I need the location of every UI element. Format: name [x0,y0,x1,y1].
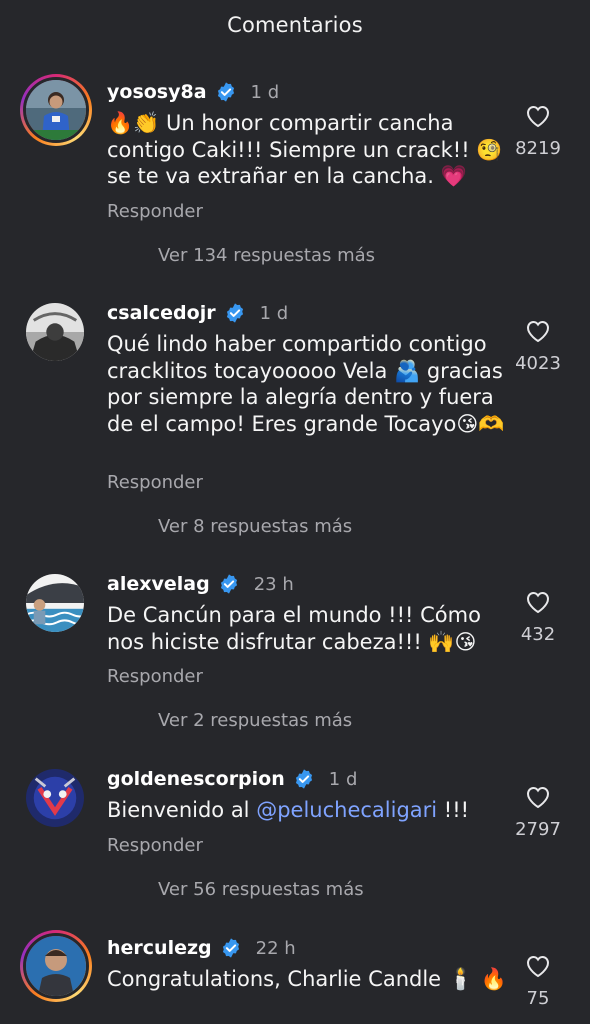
like-button[interactable]: 75 [510,954,566,1009]
username[interactable]: herculezg [107,937,212,959]
comment-text-suffix: !!! [437,798,470,822]
like-count: 4023 [515,353,561,374]
avatar[interactable] [20,930,92,1002]
reply-button[interactable]: Responder [107,666,203,687]
page-title: Comentarios [227,13,363,37]
username[interactable]: yososy8a [107,81,207,103]
comment-time: 22 h [255,937,296,959]
comment-text: Bienvenido al @peluchecaligari !!! [107,797,507,824]
comments-header: Comentarios [0,0,590,50]
like-count: 8219 [515,138,561,159]
comment-text: 🔥👏 Un honor compartir cancha contigo Cak… [107,111,503,188]
comment-meta: alexvelag 23 h [107,570,294,598]
like-button[interactable]: 432 [510,590,566,645]
reply-button[interactable]: Responder [107,201,203,222]
like-count: 75 [526,988,550,1009]
heart-outline-icon [526,786,550,809]
username[interactable]: alexvelag [107,573,210,595]
avatar[interactable] [26,574,84,632]
view-replies-button[interactable]: Ver 134 respuestas más [158,245,375,266]
view-replies-button[interactable]: Ver 2 respuestas más [158,710,352,731]
like-button[interactable]: 4023 [510,319,566,374]
comment-text-prefix: Bienvenido al [107,798,257,822]
comment-text: Qué lindo haber compartido contigo crack… [107,332,505,436]
comment-meta: yososy8a 1 d [107,78,279,106]
username[interactable]: csalcedojr [107,302,216,324]
verified-badge-icon [224,302,246,324]
heart-outline-icon [526,955,550,978]
comment-time: 23 h [253,573,294,595]
avatar[interactable] [20,74,92,146]
comment-time: 1 d [259,302,289,324]
view-replies-button[interactable]: Ver 8 respuestas más [158,516,352,537]
like-count: 432 [520,624,556,645]
view-replies-button[interactable]: Ver 56 respuestas más [158,879,364,900]
comment-meta: goldenescorpion 1 d [107,765,357,793]
verified-badge-icon [215,81,237,103]
comment-time: 1 d [328,768,358,790]
verified-badge-icon [220,937,242,959]
reply-button[interactable]: Responder [107,835,203,856]
comment-time: 1 d [250,81,280,103]
heart-outline-icon [526,320,550,343]
heart-outline-icon [526,591,550,614]
comment-meta: herculezg 22 h [107,934,296,962]
mention-link[interactable]: @peluchecaligari [256,798,437,822]
verified-badge-icon [293,768,315,790]
comments-screen: Comentarios yososy8a 1 d 🔥👏 Un honor com… [0,0,590,1024]
reply-button[interactable]: Responder [107,472,203,493]
like-button[interactable]: 2797 [510,785,566,840]
like-count: 2797 [515,819,561,840]
like-button[interactable]: 8219 [510,104,566,159]
avatar[interactable] [26,769,84,827]
comment-text: De Cancún para el mundo !!! Cómo nos hic… [107,603,481,654]
verified-badge-icon [218,573,240,595]
comment-meta: csalcedojr 1 d [107,299,288,327]
username[interactable]: goldenescorpion [107,768,285,790]
heart-outline-icon [526,105,550,128]
comment-text: Congratulations, Charlie Candle 🕯️ 🔥 [107,967,507,991]
avatar[interactable] [26,303,84,361]
